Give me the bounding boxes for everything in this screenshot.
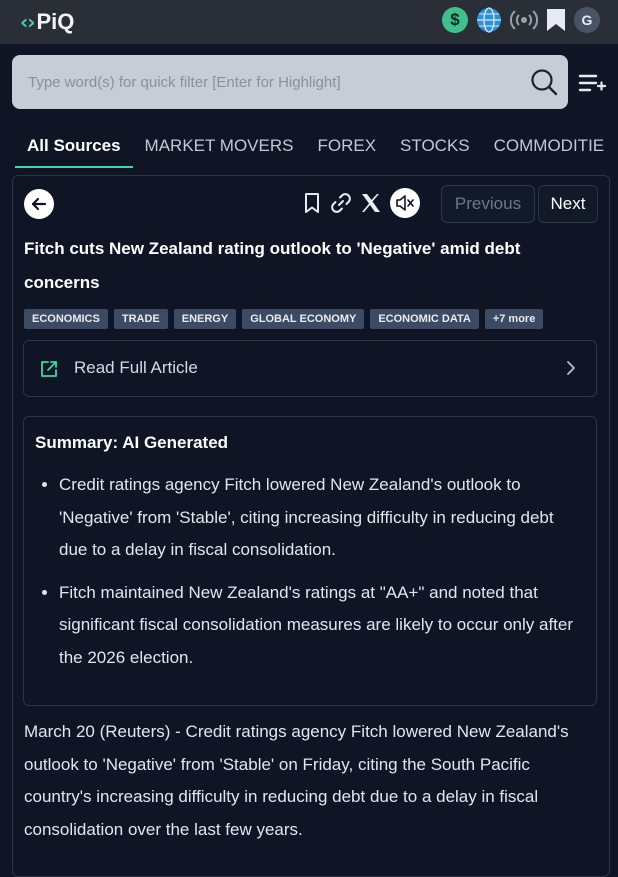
- tag-trade[interactable]: TRADE: [113, 309, 168, 329]
- search-bar: [12, 55, 568, 109]
- tag-economics[interactable]: ECONOMICS: [24, 309, 108, 329]
- mute-icon: [396, 195, 414, 211]
- back-arrow-icon: [31, 197, 47, 211]
- x-icon[interactable]: [359, 191, 383, 215]
- tab-market-movers[interactable]: MARKET MOVERS: [133, 128, 306, 168]
- search-icon[interactable]: [530, 68, 558, 96]
- article-headline: Fitch cuts New Zealand rating outlook to…: [24, 239, 521, 292]
- dollar-icon[interactable]: $: [442, 7, 468, 33]
- back-button[interactable]: [24, 189, 54, 219]
- menu-icon[interactable]: [578, 70, 606, 96]
- logo-text: PiQ: [36, 9, 75, 34]
- tab-forex[interactable]: FOREX: [305, 128, 388, 168]
- external-link-icon: [41, 361, 57, 377]
- app-logo[interactable]: ‹› PiQ: [20, 9, 74, 35]
- article-card: Previous Next Fitch cuts New Zealand rat…: [12, 175, 610, 877]
- tag-global-economy[interactable]: GLOBAL ECONOMY: [242, 309, 365, 329]
- radio-signal-icon[interactable]: [510, 9, 538, 31]
- tab-all-sources[interactable]: All Sources: [15, 128, 133, 168]
- mute-button[interactable]: [390, 188, 420, 218]
- summary-list: Credit ratings agency Fitch lowered New …: [35, 469, 579, 684]
- logo-mark-icon: ‹›: [20, 10, 36, 34]
- tag-list: ECONOMICS TRADE ENERGY GLOBAL ECONOMY EC…: [24, 309, 544, 329]
- avatar[interactable]: G: [574, 7, 600, 33]
- read-full-article-label: Read Full Article: [74, 358, 198, 377]
- ai-summary-box: Summary: AI Generated Credit ratings age…: [23, 416, 597, 706]
- summary-bullet: Fitch maintained New Zealand's ratings a…: [59, 577, 579, 675]
- top-bar: ‹› PiQ $ G: [0, 0, 618, 44]
- tag-economic-data[interactable]: ECONOMIC DATA: [370, 309, 479, 329]
- bookmark-icon[interactable]: [300, 191, 324, 215]
- search-input[interactable]: [12, 55, 528, 109]
- summary-bullet: Credit ratings agency Fitch lowered New …: [59, 469, 579, 567]
- tag-more[interactable]: +7 more: [484, 309, 544, 329]
- globe-icon[interactable]: [476, 7, 502, 33]
- tab-commodities[interactable]: COMMODITIE: [482, 128, 617, 168]
- article-toolbar: Previous Next: [13, 176, 609, 231]
- link-icon[interactable]: [329, 191, 353, 215]
- previous-button[interactable]: Previous: [441, 185, 535, 223]
- tag-energy[interactable]: ENERGY: [173, 309, 237, 329]
- article-body: March 20 (Reuters) - Credit ratings agen…: [24, 722, 569, 839]
- bookmark-icon[interactable]: [546, 8, 566, 32]
- next-button[interactable]: Next: [538, 185, 598, 223]
- read-full-article-button[interactable]: Read Full Article: [23, 340, 597, 397]
- chevron-right-icon: [567, 361, 575, 375]
- summary-title: Summary: AI Generated: [35, 433, 229, 452]
- tab-stocks[interactable]: STOCKS: [388, 128, 482, 168]
- source-tabs: All Sources MARKET MOVERS FOREX STOCKS C…: [15, 128, 618, 168]
